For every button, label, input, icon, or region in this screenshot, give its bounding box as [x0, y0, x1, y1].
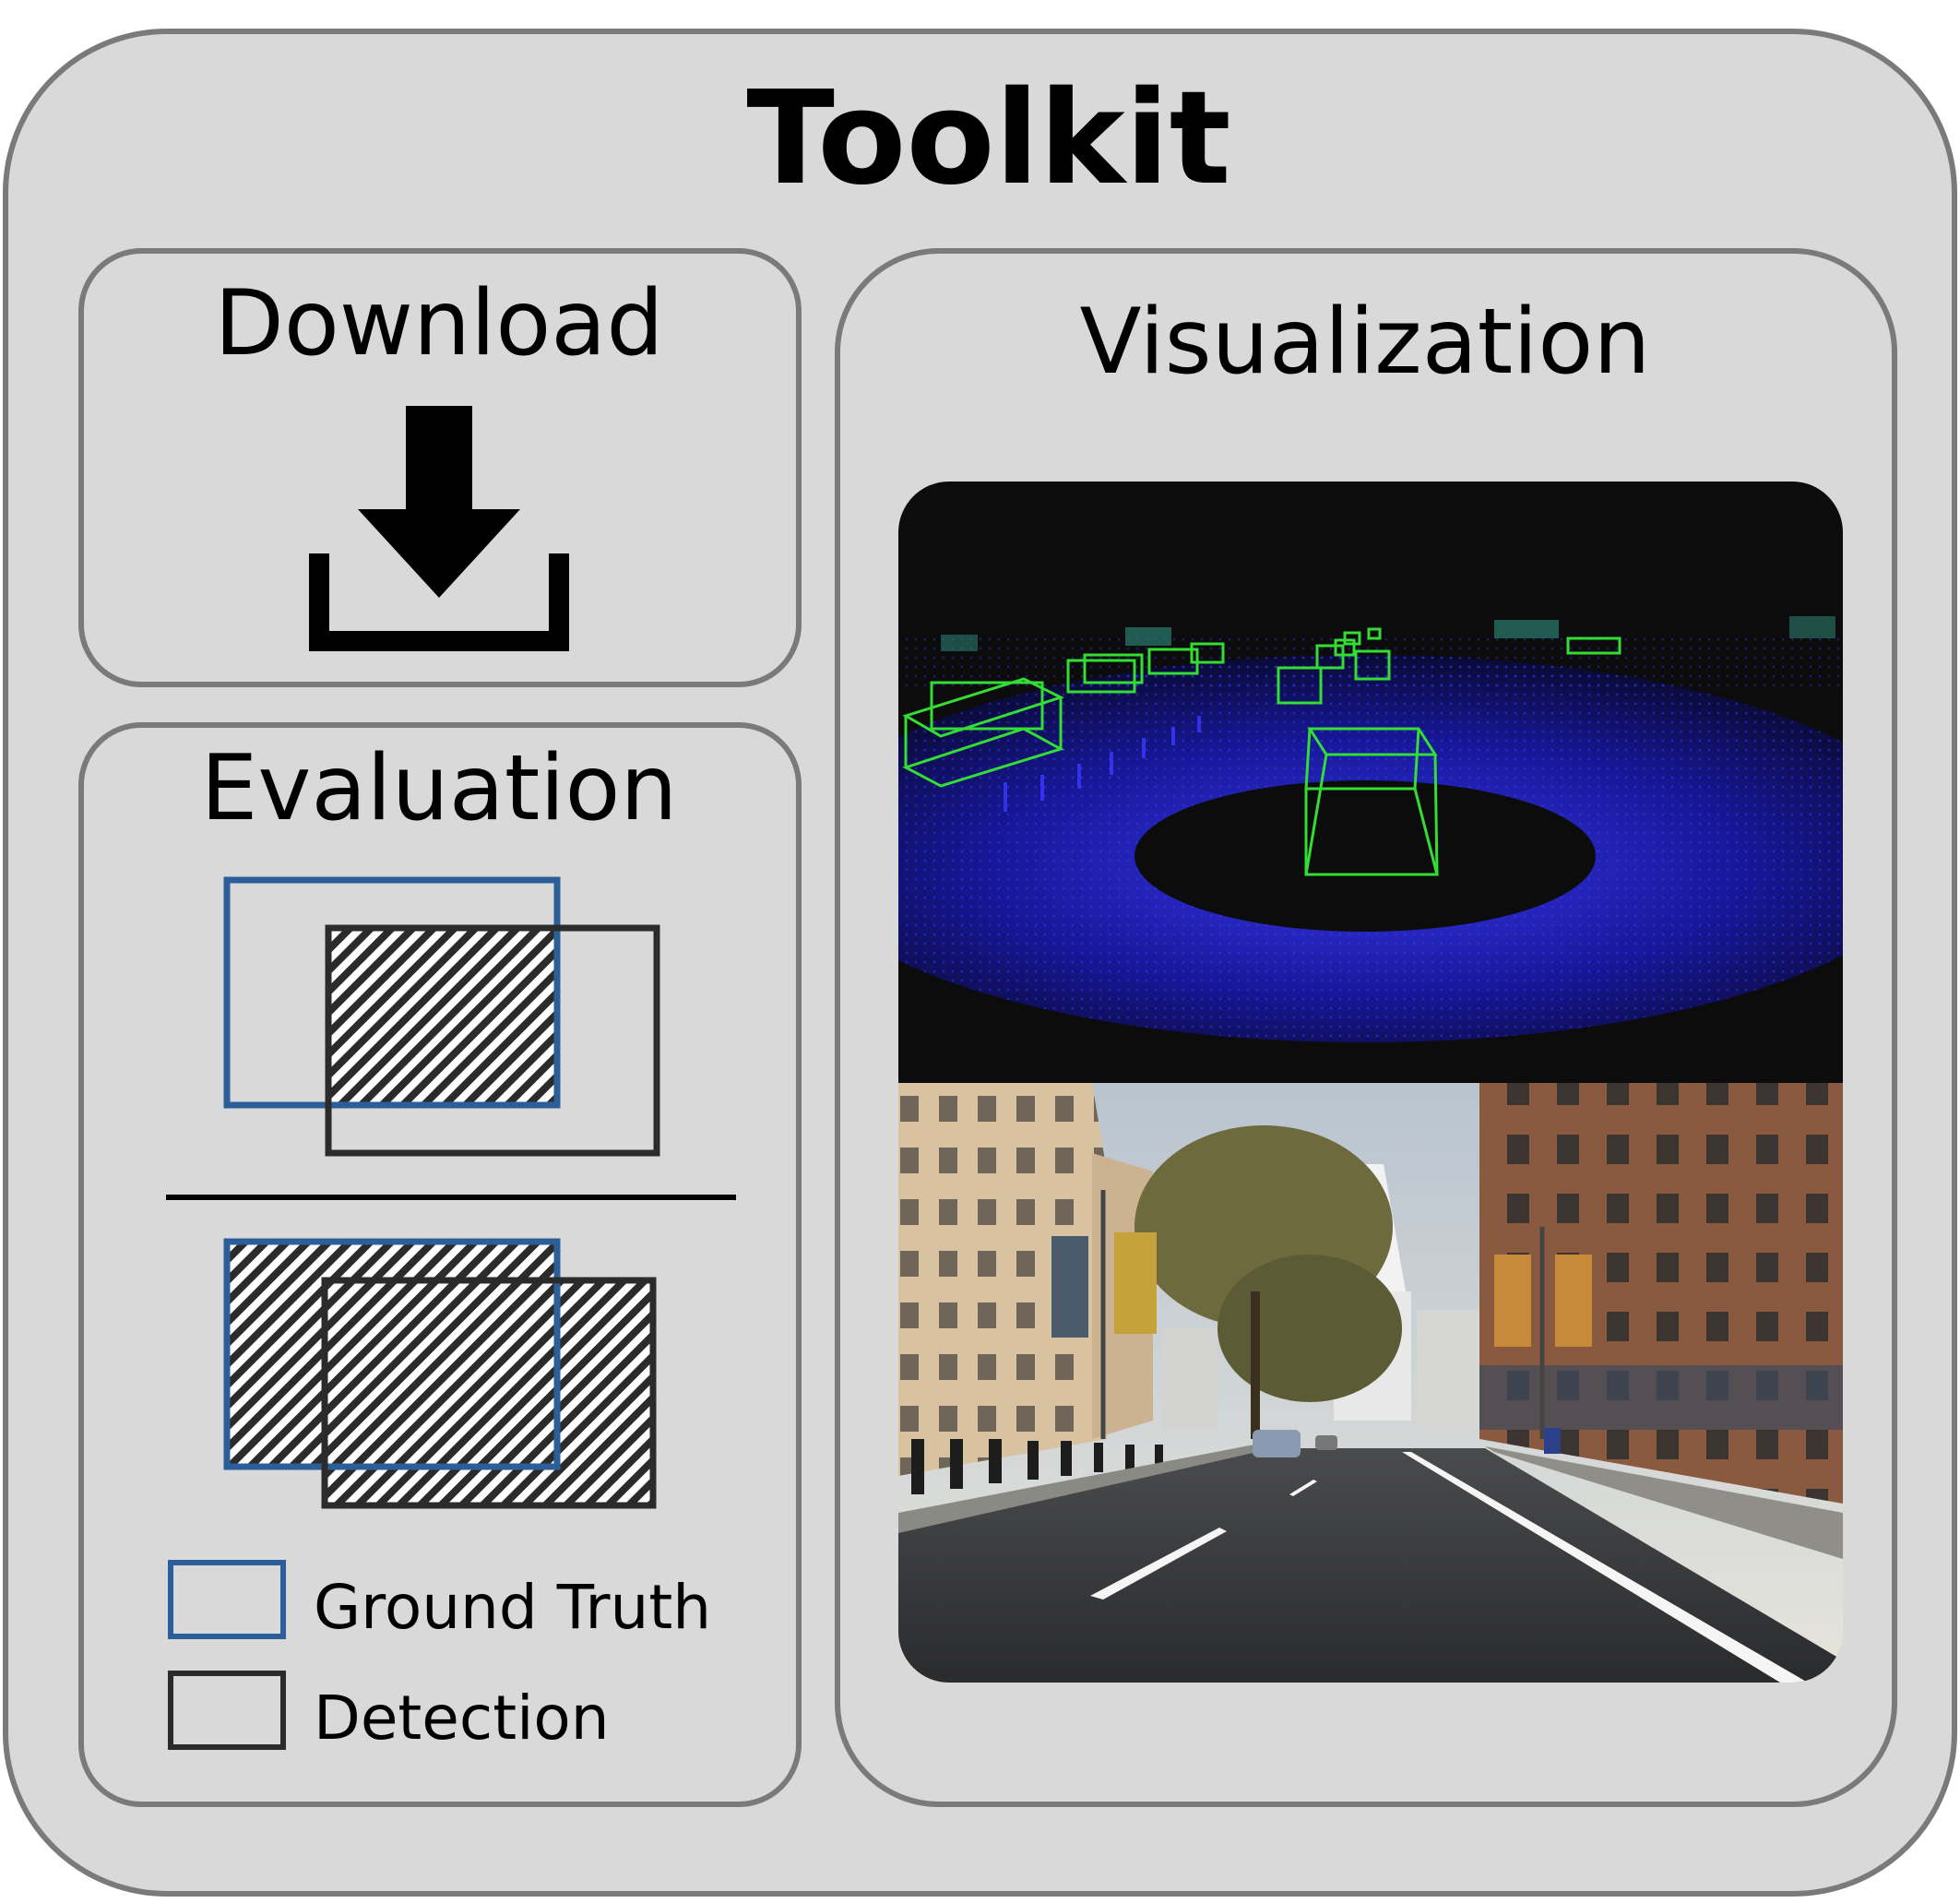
- evaluation-label: Evaluation: [200, 736, 677, 841]
- union-diagram: [223, 1238, 657, 1509]
- toolkit-diagram: Toolkit Download Evaluation Ground Truth…: [3, 29, 1957, 1897]
- union-area-detection: [325, 1280, 653, 1505]
- download-label: Download: [214, 271, 663, 376]
- visualization-label: Visualization: [1079, 290, 1650, 395]
- toolkit-title: Toolkit: [746, 64, 1230, 214]
- visualization-image: [898, 482, 1843, 1683]
- legend-label-ground-truth: Ground Truth: [314, 1572, 711, 1643]
- camera-street-view: [898, 1083, 1843, 1683]
- legend-label-detection: Detection: [314, 1683, 610, 1754]
- intersection-area: [328, 928, 557, 1105]
- lidar-point-cloud-view: [898, 482, 1843, 1083]
